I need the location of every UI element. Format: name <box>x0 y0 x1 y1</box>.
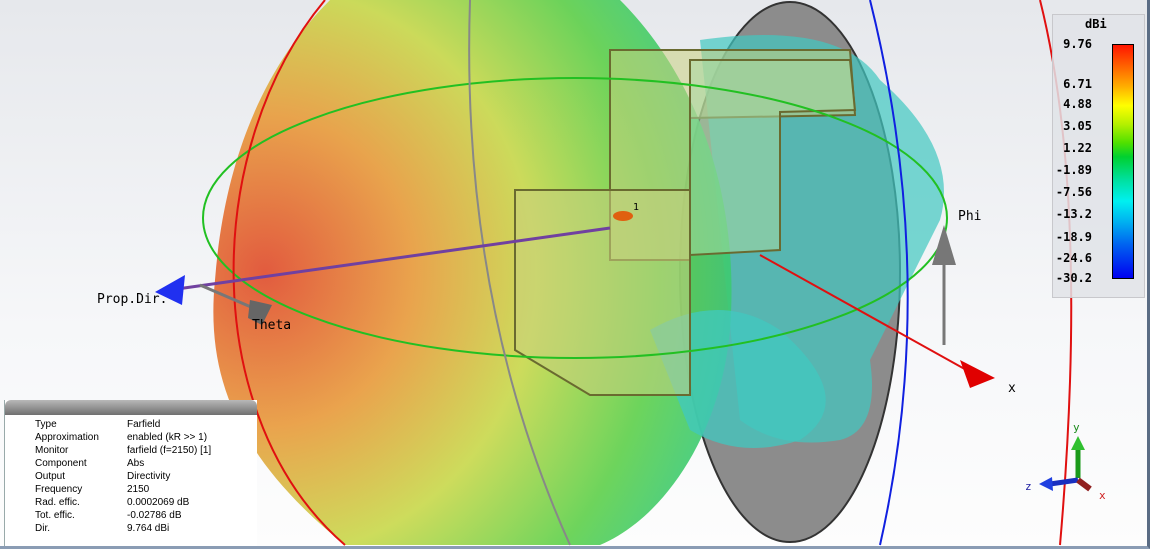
x-arrowhead <box>960 360 995 388</box>
legend-tick: -18.9 <box>1055 230 1092 244</box>
info-key: Monitor <box>35 445 69 456</box>
info-panel: Type Farfield Approximation enabled (kR >> … <box>4 400 257 546</box>
info-row: Frequency 2150 <box>33 483 213 496</box>
y-axis-label: y <box>1073 421 1080 434</box>
legend-tick: 3.05 <box>1063 119 1092 133</box>
legend-unit: dBi <box>1085 17 1107 31</box>
3d-farfield-viewport[interactable]: Prop.Dir. Theta Phi x 1 y z x dBi 9.76 6.… <box>0 0 1150 549</box>
legend-tick: -13.2 <box>1055 207 1092 221</box>
info-value: enabled (kR >> 1) <box>127 432 208 443</box>
info-key: Dir. <box>35 523 50 534</box>
info-value: 2150 <box>127 484 150 495</box>
port-marker <box>613 211 633 221</box>
info-value: Directivity <box>127 471 171 482</box>
info-key: Rad. effic. <box>35 497 80 508</box>
legend-tick: 6.71 <box>1063 77 1092 91</box>
z-axis-label: z <box>1025 480 1032 493</box>
legend-tick: 9.76 <box>1063 37 1092 51</box>
info-row: Output Directivity <box>33 470 213 483</box>
info-value: Abs <box>127 458 145 469</box>
legend-tick: -30.2 <box>1055 271 1092 285</box>
legend-tick: -1.89 <box>1055 163 1092 177</box>
legend-tick: 1.22 <box>1063 141 1092 155</box>
phi-arrowhead <box>932 225 956 265</box>
info-row: Rad. effic. 0.0002069 dB <box>33 496 213 509</box>
info-row: Component Abs <box>33 457 213 470</box>
axis-triad <box>1039 436 1092 492</box>
info-row: Dir. 9.764 dBi <box>33 522 213 535</box>
legend-colorbar <box>1112 44 1134 279</box>
legend-tick: 4.88 <box>1063 97 1092 111</box>
x-label: x <box>1008 381 1016 396</box>
info-row: Approximation enabled (kR >> 1) <box>33 431 213 444</box>
info-value: Farfield <box>127 419 161 430</box>
x-axis-label: x <box>1099 489 1106 502</box>
info-value: 9.764 dBi <box>127 523 170 534</box>
color-legend: dBi 9.76 6.71 4.88 3.05 1.22 -1.89 -7.56 -13.2 -… <box>1052 14 1145 298</box>
info-row: Monitor farfield (f=2150) [1] <box>33 444 213 457</box>
info-row: Type Farfield <box>33 418 213 431</box>
info-key: Tot. effic. <box>35 510 75 521</box>
info-value: farfield (f=2150) [1] <box>127 445 212 456</box>
info-value: 0.0002069 dB <box>127 497 190 508</box>
theta-label: Theta <box>252 318 292 333</box>
info-panel-header[interactable] <box>5 400 257 415</box>
legend-tick: -24.6 <box>1055 251 1092 265</box>
info-key: Component <box>35 458 87 469</box>
legend-tick: -7.56 <box>1055 185 1092 199</box>
info-key: Approximation <box>35 432 99 443</box>
phi-label: Phi <box>958 209 982 224</box>
info-value: -0.02786 dB <box>127 510 182 521</box>
info-key: Type <box>35 419 57 430</box>
info-key: Output <box>35 471 66 482</box>
prop-dir-label: Prop.Dir. <box>97 292 168 307</box>
info-key: Frequency <box>35 484 83 495</box>
port-label: 1 <box>633 202 640 213</box>
info-row: Tot. effic. -0.02786 dB <box>33 509 213 522</box>
